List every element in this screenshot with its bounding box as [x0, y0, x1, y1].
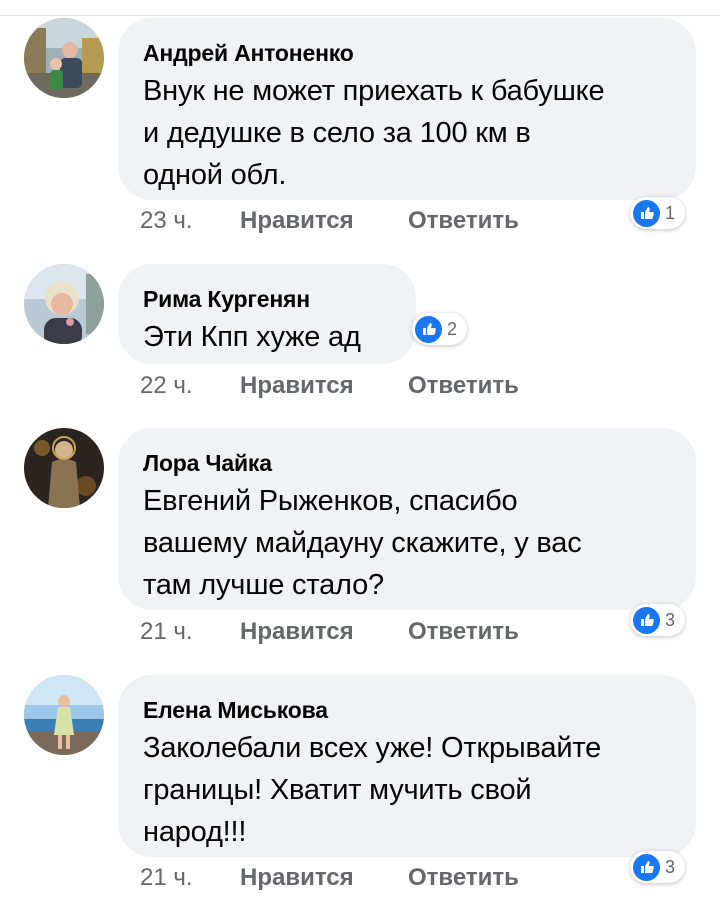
reaction-number: 3 [665, 856, 676, 877]
comment-time[interactable]: 23 ч. [140, 207, 240, 235]
like-button[interactable]: Нравится [240, 207, 408, 235]
comment-text: Внук не может приехать к бабушке и дедуш… [143, 75, 605, 191]
reaction-number: 3 [665, 609, 676, 630]
comment-author[interactable]: Лора Чайка [143, 448, 670, 478]
like-button[interactable]: Нравится [240, 618, 408, 646]
comment-actions: 21 ч. Нравится Ответить [140, 617, 519, 647]
comment-author[interactable]: Рима Кургенян [143, 284, 390, 314]
avatar[interactable] [24, 675, 104, 755]
avatar-photo [24, 264, 104, 344]
comment-author[interactable]: Елена Миськова [143, 695, 670, 725]
reply-button[interactable]: Ответить [408, 864, 519, 892]
reply-button[interactable]: Ответить [408, 207, 519, 235]
avatar[interactable] [24, 264, 104, 344]
comment-text: Эти Кпп хуже ад [143, 321, 361, 353]
comment-actions: 21 ч. Нравится Ответить [140, 863, 519, 893]
thumbs-up-icon [415, 315, 442, 343]
reaction-count[interactable]: 1 [630, 197, 686, 229]
comment-bubble: Рима Кургенян Эти Кпп хуже ад [118, 264, 416, 364]
comment-text: Евгений Рыженков, спасибо вашему майдаун… [143, 485, 582, 601]
avatar[interactable] [24, 18, 104, 98]
thumbs-up-icon [633, 853, 660, 881]
reaction-count[interactable]: 3 [630, 851, 686, 883]
reaction-number: 2 [447, 318, 458, 339]
avatar-photo [24, 428, 104, 508]
reply-button[interactable]: Ответить [408, 372, 519, 400]
comment-actions: 22 ч. Нравится Ответить [140, 371, 519, 401]
comment-bubble: Лора Чайка Евгений Рыженков, спасибо ваш… [118, 428, 696, 610]
comment-time[interactable]: 22 ч. [140, 372, 240, 400]
reply-button[interactable]: Ответить [408, 618, 519, 646]
comment-actions: 23 ч. Нравится Ответить [140, 206, 519, 236]
comment-text: Заколебали всех уже! Открывайте границы!… [143, 732, 602, 848]
reaction-count[interactable]: 2 [412, 313, 468, 345]
thumbs-up-icon [633, 606, 660, 634]
avatar-photo [24, 675, 104, 755]
avatar[interactable] [24, 428, 104, 508]
thumbs-up-icon [633, 199, 660, 227]
comment-time[interactable]: 21 ч. [140, 864, 240, 892]
like-button[interactable]: Нравится [240, 864, 408, 892]
reaction-number: 1 [665, 202, 676, 223]
comment-author[interactable]: Андрей Антоненко [143, 38, 670, 68]
like-button[interactable]: Нравится [240, 372, 408, 400]
comment-bubble: Елена Миськова Заколебали всех уже! Откр… [118, 675, 696, 857]
comment-bubble: Андрей Антоненко Внук не может приехать … [118, 18, 696, 200]
reaction-count[interactable]: 3 [630, 604, 686, 636]
top-divider [0, 15, 720, 16]
comment-time[interactable]: 21 ч. [140, 618, 240, 646]
avatar-photo [24, 18, 104, 98]
